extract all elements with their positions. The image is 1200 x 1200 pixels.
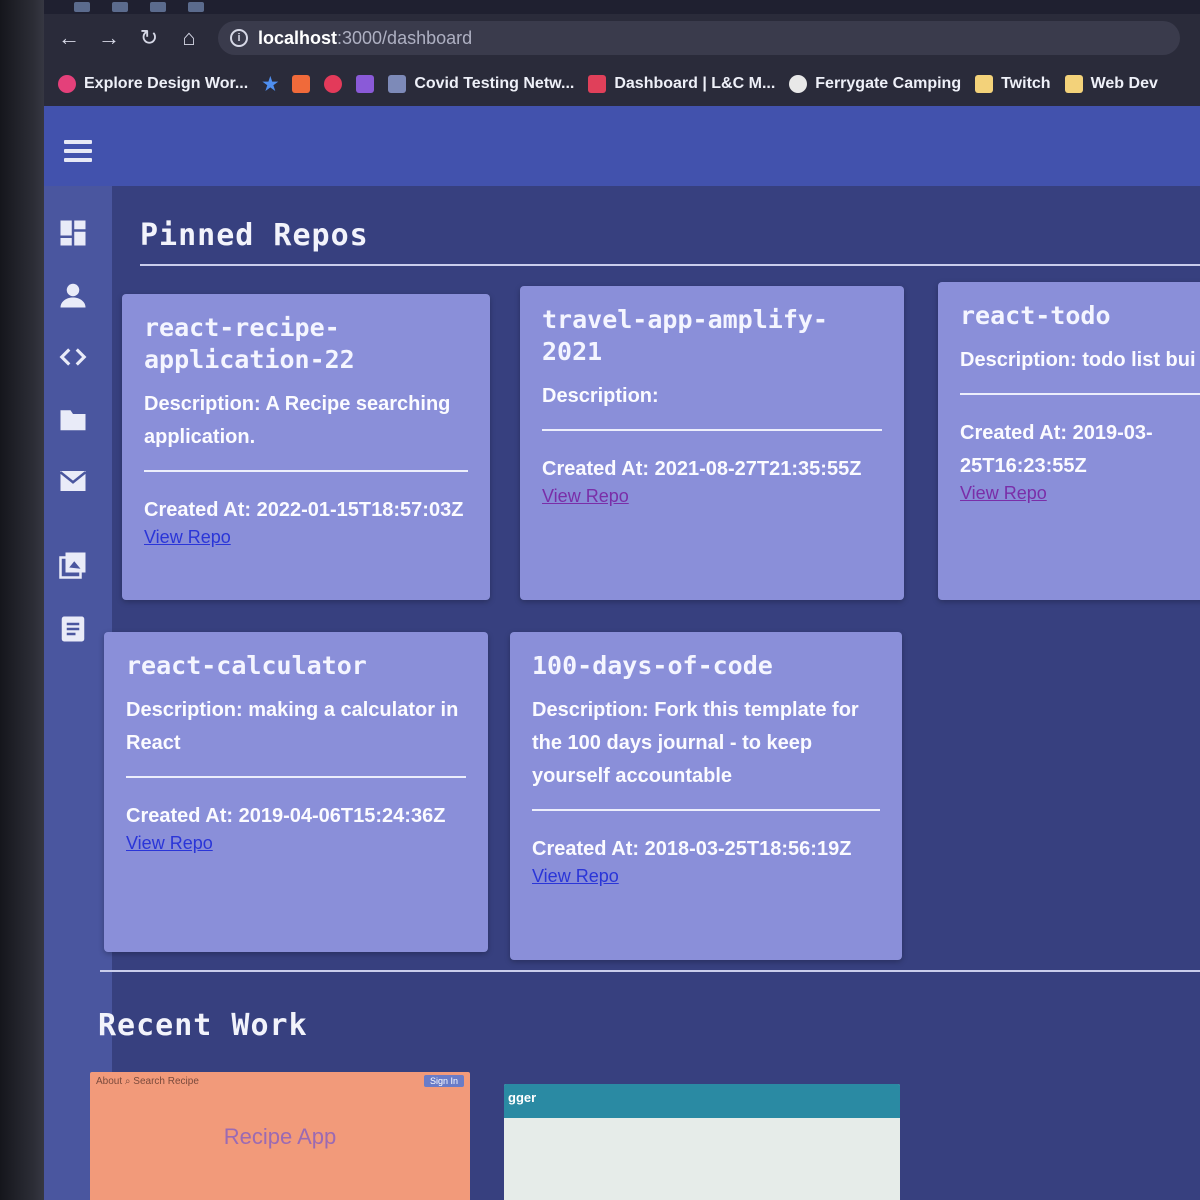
repo-created-at: Created At: 2018-03-25T18:56:19Z bbox=[532, 838, 852, 860]
view-repo-link[interactable]: View Repo bbox=[532, 866, 880, 887]
repo-description: Description: making a calculator in Reac… bbox=[126, 699, 459, 754]
pinned-repos-title: Pinned Repos bbox=[140, 218, 369, 253]
site-icon bbox=[588, 75, 607, 93]
repo-description: Description: A Recipe searching applicat… bbox=[144, 393, 451, 448]
folder-icon bbox=[1064, 75, 1083, 93]
bookmark-star[interactable]: ★ bbox=[262, 74, 278, 95]
repo-created-at: Created At: 2019-03-25T16:23:55Z bbox=[960, 422, 1153, 477]
bookmark-folder[interactable]: Twitch bbox=[975, 75, 1051, 93]
repo-created-at: Created At: 2021-08-27T21:35:55Z bbox=[542, 458, 862, 480]
view-repo-link[interactable]: View Repo bbox=[126, 833, 466, 854]
thumbnail-nav: About ⌕ Search Recipe Sign In bbox=[90, 1072, 470, 1090]
pinterest-icon bbox=[324, 75, 343, 93]
bookmarks-bar: Explore Design Wor... ★ Covid Testing Ne… bbox=[44, 62, 1200, 106]
twitch-icon bbox=[356, 75, 375, 93]
bookmark-item[interactable]: Covid Testing Netw... bbox=[388, 75, 574, 93]
photo-library-icon[interactable] bbox=[58, 550, 88, 580]
recent-work-thumbnail[interactable]: About ⌕ Search Recipe Sign In Recipe App bbox=[90, 1072, 470, 1200]
screen: ← → ↻ ⌂ i localhost:3000/dashboard Explo… bbox=[44, 0, 1200, 1200]
thumbnail-header: gger bbox=[504, 1084, 900, 1118]
repo-card: travel-app-amplify- 2021 Description: Cr… bbox=[520, 286, 904, 600]
person-icon[interactable] bbox=[58, 280, 88, 310]
card-divider bbox=[960, 393, 1200, 395]
folder-icon[interactable] bbox=[58, 404, 88, 434]
bookmark-item[interactable]: Ferrygate Camping bbox=[789, 75, 961, 93]
back-icon[interactable]: ← bbox=[58, 27, 80, 49]
repo-name: react-todo bbox=[960, 301, 1111, 330]
address-bar[interactable]: i localhost:3000/dashboard bbox=[218, 21, 1180, 55]
app-bar bbox=[44, 106, 1200, 186]
code-icon[interactable] bbox=[58, 342, 88, 372]
repo-created-at: Created At: 2019-04-06T15:24:36Z bbox=[126, 805, 446, 827]
repo-name: 100-days-of-code bbox=[532, 651, 773, 680]
folder-icon bbox=[975, 75, 994, 93]
view-repo-link[interactable]: View Repo bbox=[960, 483, 1200, 504]
repo-card: react-recipe- application-22 Description… bbox=[122, 294, 490, 600]
monitor-bezel bbox=[0, 0, 48, 1200]
home-icon[interactable]: ⌂ bbox=[178, 27, 200, 49]
dashboard-icon[interactable] bbox=[58, 218, 88, 248]
bookmark-item[interactable]: Dashboard | L&C M... bbox=[588, 75, 775, 93]
bookmark-icon-only[interactable] bbox=[292, 75, 311, 93]
card-divider bbox=[532, 809, 880, 811]
section-divider bbox=[100, 970, 1200, 972]
mail-icon[interactable] bbox=[58, 466, 88, 496]
repo-card: 100-days-of-code Description: Fork this … bbox=[510, 632, 902, 960]
bookmark-icon-only[interactable] bbox=[356, 75, 375, 93]
repo-description: Description: todo list bui bbox=[960, 349, 1196, 371]
thumbnail-app-title: Recipe App bbox=[223, 1124, 337, 1149]
view-repo-link[interactable]: View Repo bbox=[542, 486, 882, 507]
site-icon bbox=[388, 75, 407, 93]
menu-icon[interactable] bbox=[64, 140, 92, 162]
repo-card: react-todo Description: todo list bui Cr… bbox=[938, 282, 1200, 600]
view-repo-link[interactable]: View Repo bbox=[144, 527, 468, 548]
card-divider bbox=[542, 429, 882, 431]
repo-created-at: Created At: 2022-01-15T18:57:03Z bbox=[144, 499, 464, 521]
tab-favicon[interactable] bbox=[112, 2, 128, 12]
repo-description: Description: bbox=[542, 385, 659, 407]
thumbnail-nav-text: About ⌕ Search Recipe bbox=[96, 1075, 199, 1087]
bookmark-item[interactable]: Explore Design Wor... bbox=[58, 75, 248, 93]
blogger-icon bbox=[292, 75, 311, 93]
card-divider bbox=[144, 470, 468, 472]
sign-in-button[interactable]: Sign In bbox=[423, 1075, 464, 1087]
section-divider bbox=[140, 264, 1200, 266]
bookmark-icon-only[interactable] bbox=[324, 75, 343, 93]
dribbble-icon bbox=[58, 75, 76, 93]
url-text[interactable]: localhost:3000/dashboard bbox=[258, 28, 472, 49]
article-icon[interactable] bbox=[58, 614, 88, 644]
browser-toolbar: ← → ↻ ⌂ i localhost:3000/dashboard bbox=[44, 14, 1200, 62]
side-nav bbox=[44, 186, 112, 1200]
forward-icon[interactable]: → bbox=[98, 27, 120, 49]
main-content: Pinned Repos react-recipe- application-2… bbox=[90, 186, 1200, 1200]
info-icon[interactable]: i bbox=[230, 29, 248, 47]
repo-name: react-recipe- application-22 bbox=[144, 313, 355, 374]
site-icon bbox=[789, 75, 808, 93]
card-divider bbox=[126, 776, 466, 778]
bookmark-folder[interactable]: Web Dev bbox=[1064, 75, 1158, 93]
recent-work-thumbnail[interactable]: gger bbox=[504, 1084, 900, 1200]
tab-favicon[interactable] bbox=[74, 2, 90, 12]
repo-name: react-calculator bbox=[126, 651, 367, 680]
recent-work-title: Recent Work bbox=[98, 1008, 308, 1043]
tab-favicon[interactable] bbox=[150, 2, 166, 12]
repo-card: react-calculator Description: making a c… bbox=[104, 632, 488, 952]
tab-strip bbox=[44, 0, 1200, 14]
repo-name: travel-app-amplify- 2021 bbox=[542, 305, 828, 366]
tab-favicon[interactable] bbox=[188, 2, 204, 12]
repo-description: Description: Fork this template for the … bbox=[532, 699, 859, 787]
reload-icon[interactable]: ↻ bbox=[138, 27, 160, 49]
star-icon: ★ bbox=[262, 73, 279, 94]
